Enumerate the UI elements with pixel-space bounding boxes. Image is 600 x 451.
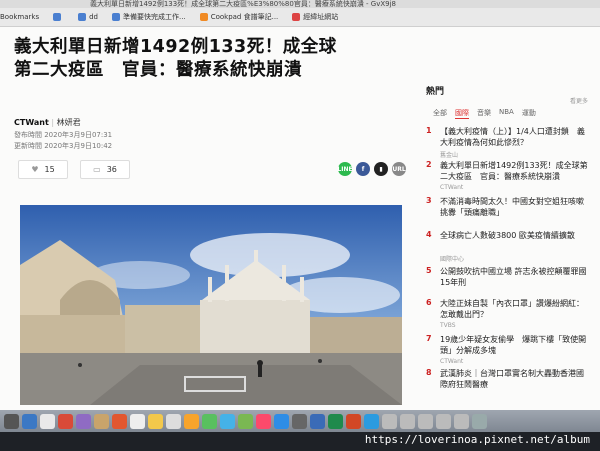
bookmark-bookmarks[interactable]: Bookmarks — [0, 13, 39, 21]
facebook-share-icon[interactable]: f — [356, 162, 370, 176]
folder-icon — [53, 13, 62, 21]
watermark-url: https://loverinoa.pixnet.net/album — [364, 433, 590, 446]
excel-icon[interactable] — [328, 413, 343, 429]
heart-icon: ♥ — [31, 165, 39, 174]
settings-icon[interactable] — [292, 413, 307, 429]
bookmarks-bar: Bookmarks dd 準備要快完成工作... Cookpad 食譜筆記...… — [0, 8, 600, 27]
comment-button[interactable]: ▭ 36 — [80, 160, 130, 179]
messages-icon[interactable] — [202, 413, 217, 429]
bookmark-cookpad[interactable]: Cookpad 食譜筆記... — [199, 12, 278, 22]
tab-music[interactable]: 音樂 — [477, 108, 491, 119]
url-share-icon[interactable]: URL — [392, 162, 406, 176]
like-button[interactable]: ♥ 15 — [18, 160, 68, 179]
article-photo — [20, 205, 402, 405]
bookmark-work[interactable]: 準備要快完成工作... — [112, 12, 186, 22]
source-name[interactable]: CTWant — [14, 118, 49, 127]
safari-icon[interactable] — [40, 413, 55, 429]
bookmark-dd[interactable]: dd — [78, 13, 98, 21]
update-time: 更新時間 2020年3月9日10:42 — [14, 142, 113, 150]
comment-icon: ▭ — [93, 165, 101, 174]
author-name[interactable]: 林妍君 — [57, 118, 81, 127]
tab-all[interactable]: 全部 — [433, 108, 447, 119]
trash-icon[interactable] — [472, 413, 487, 429]
launchpad-icon[interactable] — [22, 413, 37, 429]
more-link[interactable]: 看更多 — [570, 96, 588, 105]
bookmark-maps[interactable]: 經緯址網站 — [292, 12, 338, 22]
notes-icon[interactable] — [94, 413, 109, 429]
music-icon[interactable] — [256, 413, 271, 429]
tab-nba[interactable]: NBA — [499, 108, 514, 119]
tab-sports[interactable]: 運動 — [522, 108, 536, 119]
reaction-buttons: ♥ 15 ▭ 36 — [18, 160, 142, 179]
bookmark-blank[interactable] — [53, 13, 64, 21]
folder-icon — [112, 13, 120, 21]
tab-international[interactable]: 國際 — [455, 108, 469, 119]
app-store-icon[interactable] — [274, 413, 289, 429]
line-icon[interactable] — [364, 413, 379, 429]
folder-icon — [78, 13, 87, 21]
maps-icon — [292, 13, 301, 21]
bookmark-share-icon[interactable]: ▮ — [374, 162, 388, 176]
numbers-icon[interactable] — [238, 413, 253, 429]
publish-time: 發布時間 2020年3月9日07:31 — [14, 131, 113, 139]
window-icon[interactable] — [400, 413, 415, 429]
byline: CTWant | 林妍君 — [14, 118, 81, 127]
preview-icon[interactable] — [166, 413, 181, 429]
chrome-icon[interactable] — [58, 413, 73, 429]
window-icon[interactable] — [382, 413, 397, 429]
finder-icon[interactable] — [4, 413, 19, 429]
window-icon[interactable] — [418, 413, 433, 429]
textedit-icon[interactable] — [130, 413, 145, 429]
stickies-icon[interactable] — [148, 413, 163, 429]
calendar-icon[interactable] — [112, 413, 127, 429]
word-icon[interactable] — [310, 413, 325, 429]
dock — [0, 410, 600, 432]
share-buttons: LINE f ▮ URL — [334, 162, 406, 176]
facetime-icon[interactable] — [220, 413, 235, 429]
address-bar[interactable]: 義大利單日新增1492例133死！成全球第二大疫區%E3%80%80官員：醫療系… — [0, 0, 600, 8]
photos-app-icon[interactable] — [184, 413, 199, 429]
article-title: 義大利單日新增1492例133死！成全球 第二大疫區 官員：醫療系統快崩潰 — [14, 37, 337, 80]
powerpoint-icon[interactable] — [346, 413, 361, 429]
photos-icon[interactable] — [76, 413, 91, 429]
screen: 義大利單日新增1492例133死！成全球第二大疫區%E3%80%80官員：醫療系… — [0, 0, 600, 451]
window-icon[interactable] — [454, 413, 469, 429]
window-icon[interactable] — [436, 413, 451, 429]
cookpad-icon — [199, 13, 208, 21]
line-share-icon[interactable]: LINE — [337, 162, 353, 176]
sidebar-tabs: 全部 國際 音樂 NBA 運動 — [433, 108, 544, 119]
